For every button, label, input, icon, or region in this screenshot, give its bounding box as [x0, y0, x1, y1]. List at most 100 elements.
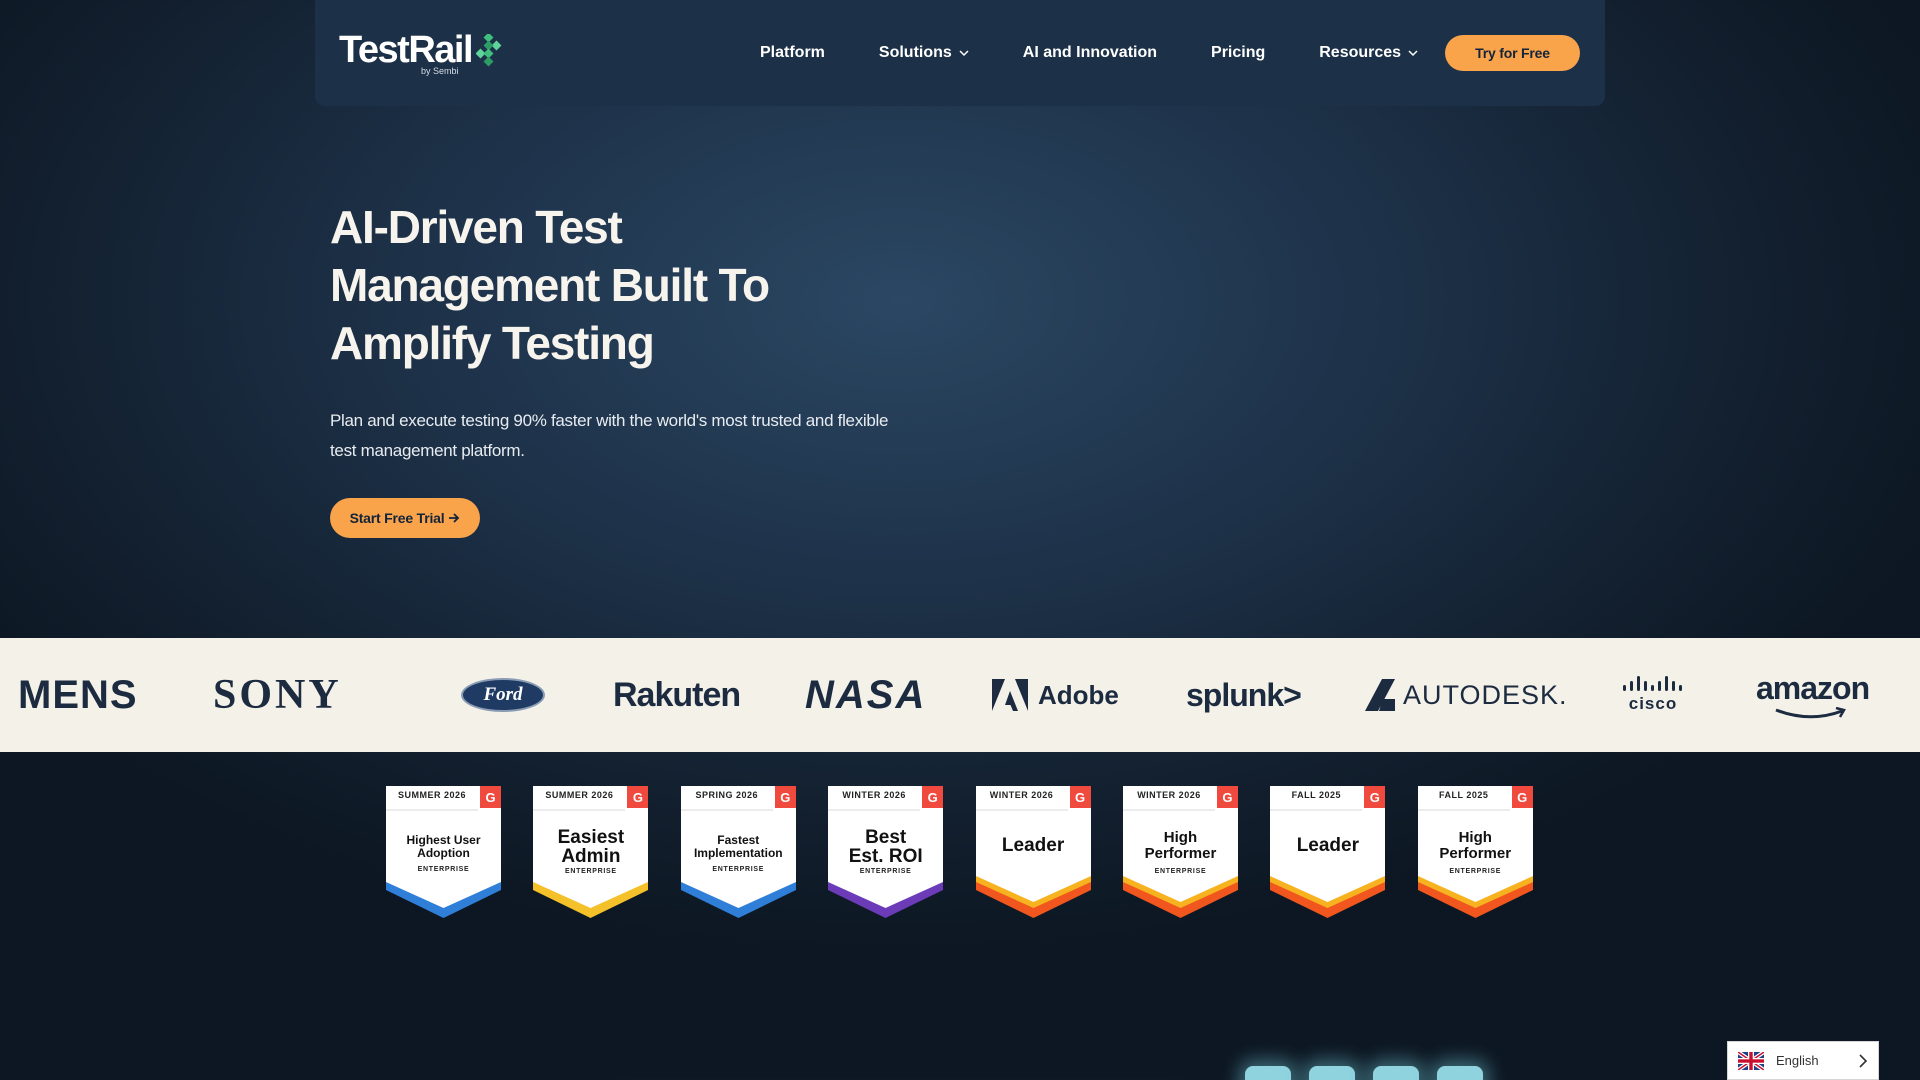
integration-icon[interactable]: [1309, 1066, 1355, 1080]
start-free-trial-label: Start Free Trial: [349, 510, 445, 526]
bottom-icon-row: [1245, 1066, 1501, 1080]
hero-title-line: Management Built To: [330, 259, 770, 311]
badge-title: Leader: [1272, 836, 1383, 855]
nav-link-label: Resources: [1319, 44, 1402, 61]
g2-badge: SPRING 2026 G Fastest Implementation ENTERPR…: [679, 784, 798, 918]
arrow-right-icon: [449, 513, 460, 523]
chevron-right-icon: [1859, 1054, 1868, 1068]
nav-link-platform[interactable]: Platform: [760, 44, 825, 62]
badge-title-line: Leader: [1296, 835, 1359, 856]
badge-season: SUMMER 2026: [397, 790, 467, 800]
try-for-free-button[interactable]: Try for Free: [1445, 35, 1580, 71]
badge-title-line: Implementation: [693, 846, 783, 860]
badge-title: High Performer: [1420, 830, 1531, 862]
badge-title-line: Easiest: [557, 827, 625, 848]
badge-title-line: Est. ROI: [848, 846, 923, 867]
badge-title: High Performer: [1125, 830, 1236, 862]
adobe-logo: Adobe: [992, 638, 1119, 752]
start-free-trial-button[interactable]: Start Free Trial: [330, 498, 480, 538]
splunk-logo: splunk>: [1186, 676, 1302, 713]
g2-logo-icon: G: [1511, 786, 1533, 808]
hero-title-line: AI-Driven Test: [330, 201, 623, 253]
cisco-logo-text: cisco: [1628, 694, 1678, 713]
g2-badge: SUMMER 2026 G Highest User Adoption ENTERPRI…: [384, 784, 503, 918]
badge-season: WINTER 2026: [989, 790, 1054, 800]
autodesk-logo-text: AUTODESK.: [1403, 679, 1568, 710]
badge-title: Leader: [978, 836, 1089, 855]
badge-season: SUMMER 2026: [545, 790, 614, 800]
badge-title-line: Best: [865, 827, 907, 848]
g2-badge: FALL 2025 G High Performer ENTERPRISE: [1416, 784, 1535, 918]
sony-logo: SONY: [213, 672, 342, 718]
nav-link-label: AI and Innovation: [1022, 44, 1158, 61]
ford-logo-text: Ford: [461, 678, 545, 712]
badge-title-line: High: [1458, 829, 1492, 846]
badge-title: Best Est. ROI: [830, 828, 941, 866]
integration-icon[interactable]: [1437, 1066, 1483, 1080]
nasa-logo: NASA: [805, 672, 927, 717]
badge-subtitle: ENTERPRISE: [565, 868, 617, 875]
hero-title-line: Amplify Testing: [330, 317, 655, 369]
integration-icon[interactable]: [1245, 1066, 1291, 1080]
integration-icon[interactable]: [1373, 1066, 1419, 1080]
badge-title-line: Admin: [561, 846, 621, 867]
nav-link-resources[interactable]: Resources: [1319, 44, 1418, 62]
autodesk-logo: AUTODESK.: [1365, 638, 1568, 752]
g2-badge: WINTER 2026 G Leader: [974, 784, 1093, 918]
badge-title-line: Adoption: [417, 846, 470, 860]
top-nav: TestRail by Sembi Platform Solutions AI …: [315, 0, 1605, 106]
g2-logo-icon: G: [1216, 786, 1238, 808]
nav-link-solutions[interactable]: Solutions: [879, 44, 969, 62]
badge-subtitle: ENTERPRISE: [1154, 868, 1207, 875]
uk-flag-icon: [1738, 1051, 1764, 1070]
nav-link-ai-innovation[interactable]: AI and Innovation: [1023, 44, 1157, 62]
g2-badge: WINTER 2026 G High Performer ENTERPRISE: [1121, 784, 1240, 918]
g2-logo-icon: G: [627, 786, 649, 808]
nav-link-label: Platform: [760, 44, 825, 61]
autodesk-icon: [1365, 679, 1395, 711]
nav-link-pricing[interactable]: Pricing: [1211, 44, 1265, 62]
g2-badges: SUMMER 2026 G Highest User Adoption ENTERPRI…: [384, 784, 1563, 918]
badge-title-line: Leader: [1001, 835, 1065, 856]
cisco-bars-icon: [1623, 676, 1682, 691]
chevron-down-icon: [959, 50, 969, 57]
badge-title-line: High: [1163, 829, 1198, 846]
badge-title: Easiest Admin: [535, 828, 646, 866]
customer-logo-strip: MENS SONY Ford Rakuten NASA Adobe splunk…: [0, 638, 1920, 752]
amazon-logo: amazon: [1756, 638, 1870, 752]
siemens-logo: MENS: [18, 672, 138, 717]
chevron-down-icon: [1408, 50, 1418, 57]
hero-subtitle: Plan and execute testing 90% faster with…: [330, 411, 889, 460]
g2-logo-icon: G: [774, 786, 796, 808]
badge-subtitle: ENTERPRISE: [712, 866, 765, 873]
badge-subtitle: ENTERPRISE: [417, 866, 470, 873]
badge-title-line: Performer: [1439, 845, 1512, 862]
hero-title: AI-Driven Test Management Built To Ampli…: [330, 198, 890, 372]
g2-logo-icon: G: [922, 786, 944, 808]
logo-subtext: by Sembi: [421, 66, 459, 76]
g2-badge: FALL 2025 G Leader: [1268, 784, 1387, 918]
badge-subtitle: ENTERPRISE: [1449, 868, 1502, 875]
nav-links: Platform Solutions AI and Innovation Pri…: [760, 0, 1472, 106]
badge-title: Fastest Implementation: [683, 834, 794, 860]
badge-season: WINTER 2026: [842, 790, 906, 800]
badge-title-line: Performer: [1144, 845, 1217, 862]
nav-link-label: Pricing: [1211, 44, 1266, 61]
amazon-logo-text: amazon: [1756, 669, 1870, 706]
rakuten-logo: Rakuten: [613, 675, 741, 714]
badge-season: SPRING 2026: [695, 790, 759, 800]
language-label: English: [1776, 1053, 1819, 1068]
badge-season: FALL 2025: [1439, 790, 1489, 800]
badge-subtitle: ENTERPRISE: [859, 868, 912, 875]
g2-logo-icon: G: [480, 786, 501, 808]
cisco-logo: cisco: [1622, 638, 1684, 752]
g2-logo-icon: G: [1069, 786, 1091, 808]
testrail-logo[interactable]: TestRail by Sembi: [339, 28, 502, 76]
testrail-diamond-icon: [475, 32, 502, 75]
nav-link-label: Solutions: [878, 44, 952, 61]
ford-logo: Ford: [461, 638, 545, 752]
language-selector[interactable]: English: [1727, 1041, 1879, 1080]
g2-logo-icon: G: [1364, 786, 1386, 808]
badge-season: FALL 2025: [1291, 790, 1342, 800]
badge-title: Highest User Adoption: [388, 834, 499, 860]
